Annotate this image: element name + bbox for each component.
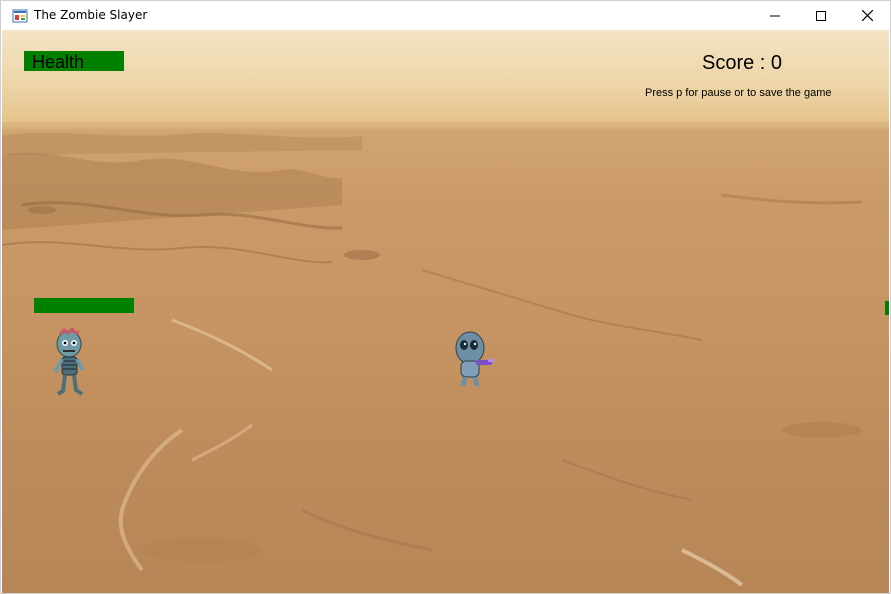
minimize-button[interactable] [752, 1, 798, 30]
close-icon [861, 10, 873, 21]
pause-hint: Press p for pause or to save the game [645, 87, 832, 99]
mars-terrain-background [2, 122, 889, 587]
close-button[interactable] [844, 1, 890, 30]
health-label: Health [32, 52, 85, 72]
window-title: The Zombie Slayer [34, 8, 148, 22]
alien-player-sprite [455, 331, 494, 387]
game-canvas[interactable]: Health Score : 0 Press p for pause or to… [2, 30, 889, 593]
maximize-icon [816, 10, 826, 21]
offscreen-zombie-health-bar [885, 301, 889, 315]
zombie-health-bar [34, 298, 134, 313]
maximize-button[interactable] [798, 1, 844, 30]
score-display: Score : 0 [702, 52, 783, 74]
zombie-sprite [53, 328, 85, 396]
minimize-icon [770, 15, 780, 16]
game-window: The Zombie Slayer Health Score: 0 Press… [0, 0, 891, 594]
app-icon [12, 9, 28, 23]
title-bar[interactable]: The Zombie Slayer [1, 1, 890, 30]
